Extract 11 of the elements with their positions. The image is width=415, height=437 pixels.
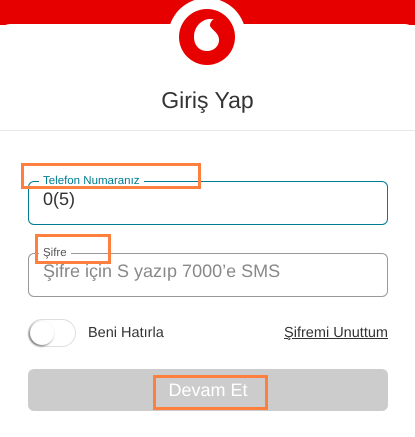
page-title: Giriş Yap (161, 87, 254, 114)
phone-field[interactable]: Telefon Numaranız 0(5) (28, 175, 388, 225)
field-label: Şifre (42, 247, 68, 259)
logo-icon (179, 9, 235, 65)
forgot-password-link[interactable]: Şifremi Unuttum (284, 325, 388, 341)
field-label: Telefon Numaranız (42, 175, 141, 187)
password-input[interactable]: Şifre için S yazıp 7000’e SMS (43, 261, 373, 282)
phone-input[interactable]: 0(5) (43, 189, 373, 210)
password-field[interactable]: Şifre Şifre için S yazıp 7000’e SMS (28, 247, 388, 297)
remember-toggle[interactable] (28, 319, 76, 347)
remember-label: Beni Hatırla (88, 325, 165, 341)
